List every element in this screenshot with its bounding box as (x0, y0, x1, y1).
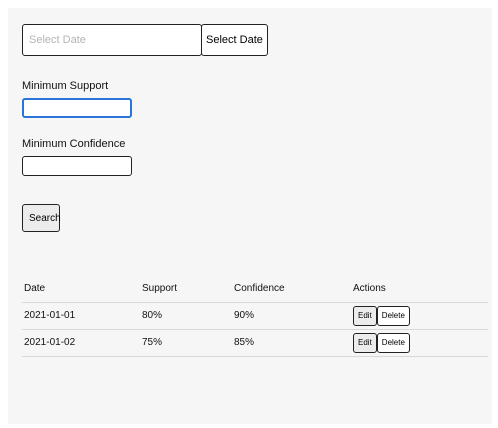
table-row: 2021-01-02 75% 85% Edit Delete (22, 329, 488, 356)
cell-date: 2021-01-02 (24, 337, 76, 348)
edit-button[interactable]: Edit (353, 332, 377, 353)
min-confidence-input[interactable] (22, 156, 132, 176)
header-date: Date (24, 283, 46, 295)
cell-confidence: 85% (234, 337, 255, 348)
results-table: Date Support Confidence Actions 2021-01-… (22, 276, 488, 357)
cell-actions: Edit Delete (351, 329, 488, 356)
select-date-button[interactable]: Select Date (201, 24, 268, 56)
search-button[interactable]: Search (22, 204, 61, 232)
delete-button[interactable]: Delete (376, 332, 410, 353)
cell-actions: Edit Delete (351, 302, 488, 329)
cell-support: 75% (142, 337, 163, 348)
header-actions: Actions (353, 283, 386, 295)
form-panel: Select Date Minimum Support Minimum Conf… (8, 8, 492, 424)
header-confidence: Confidence (234, 283, 285, 295)
cell-confidence: 90% (234, 310, 255, 321)
table-row: 2021-01-01 80% 90% Edit Delete (22, 302, 488, 329)
table-header-row: Date Support Confidence Actions (22, 276, 488, 302)
edit-button[interactable]: Edit (353, 305, 377, 326)
min-confidence-label: Minimum Confidence (22, 138, 126, 150)
min-support-input[interactable] (22, 98, 132, 118)
date-picker-row: Select Date (22, 24, 268, 56)
header-support: Support (142, 283, 178, 295)
cell-support: 80% (142, 310, 163, 321)
delete-button[interactable]: Delete (376, 305, 410, 326)
date-input[interactable] (22, 24, 202, 56)
min-support-label: Minimum Support (22, 80, 109, 92)
cell-date: 2021-01-01 (24, 310, 76, 321)
